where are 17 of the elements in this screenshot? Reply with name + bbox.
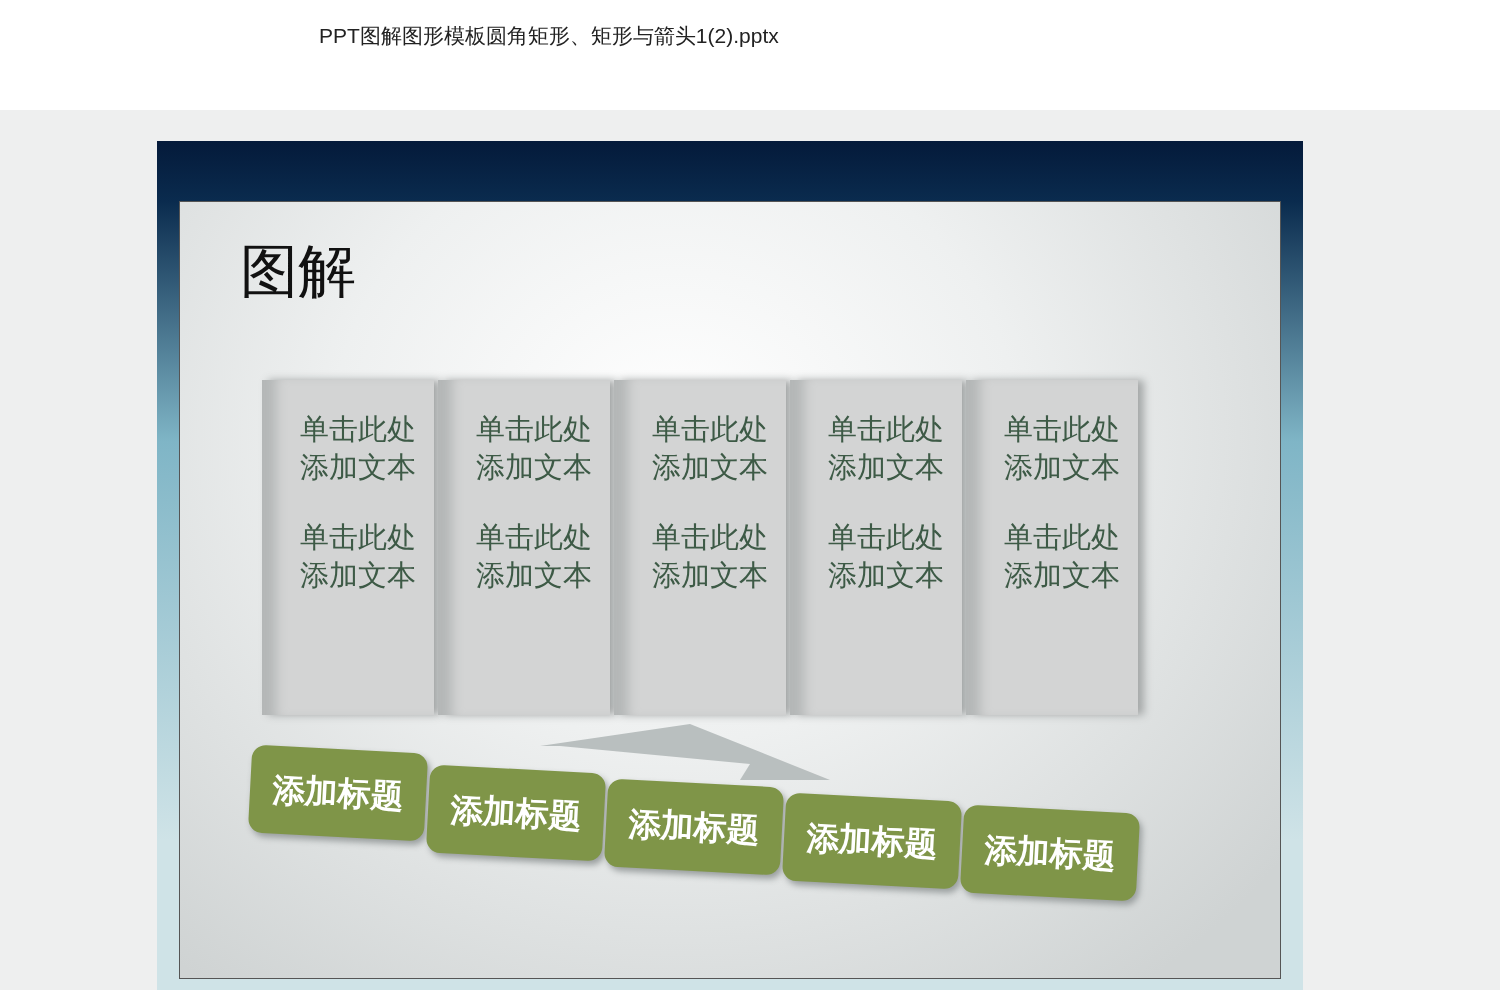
slide-title: 图解 — [240, 236, 357, 306]
file-name: PPT图解图形模板圆角矩形、矩形与箭头1(2).pptx — [319, 24, 779, 47]
placeholder-text: 单击此处添加文本 — [300, 519, 417, 594]
placeholder-text: 单击此处添加文本 — [652, 411, 769, 486]
placeholder-text: 单击此处添加文本 — [476, 411, 593, 486]
heading-label: 添加标题 — [781, 792, 963, 890]
placeholder-text: 单击此处添加文本 — [1004, 519, 1121, 594]
heading-label: 添加标题 — [959, 804, 1141, 902]
heading-label: 添加标题 — [247, 744, 429, 842]
heading-label: 添加标题 — [425, 764, 607, 862]
placeholder-text: 单击此处添加文本 — [828, 411, 945, 486]
placeholder-text: 单击此处添加文本 — [1004, 411, 1121, 486]
placeholder-text: 单击此处添加文本 — [476, 519, 593, 594]
heading-label: 添加标题 — [603, 778, 785, 876]
placeholder-text: 单击此处添加文本 — [300, 411, 417, 486]
placeholder-text: 单击此处添加文本 — [828, 519, 945, 594]
placeholder-text: 单击此处添加文本 — [652, 519, 769, 594]
